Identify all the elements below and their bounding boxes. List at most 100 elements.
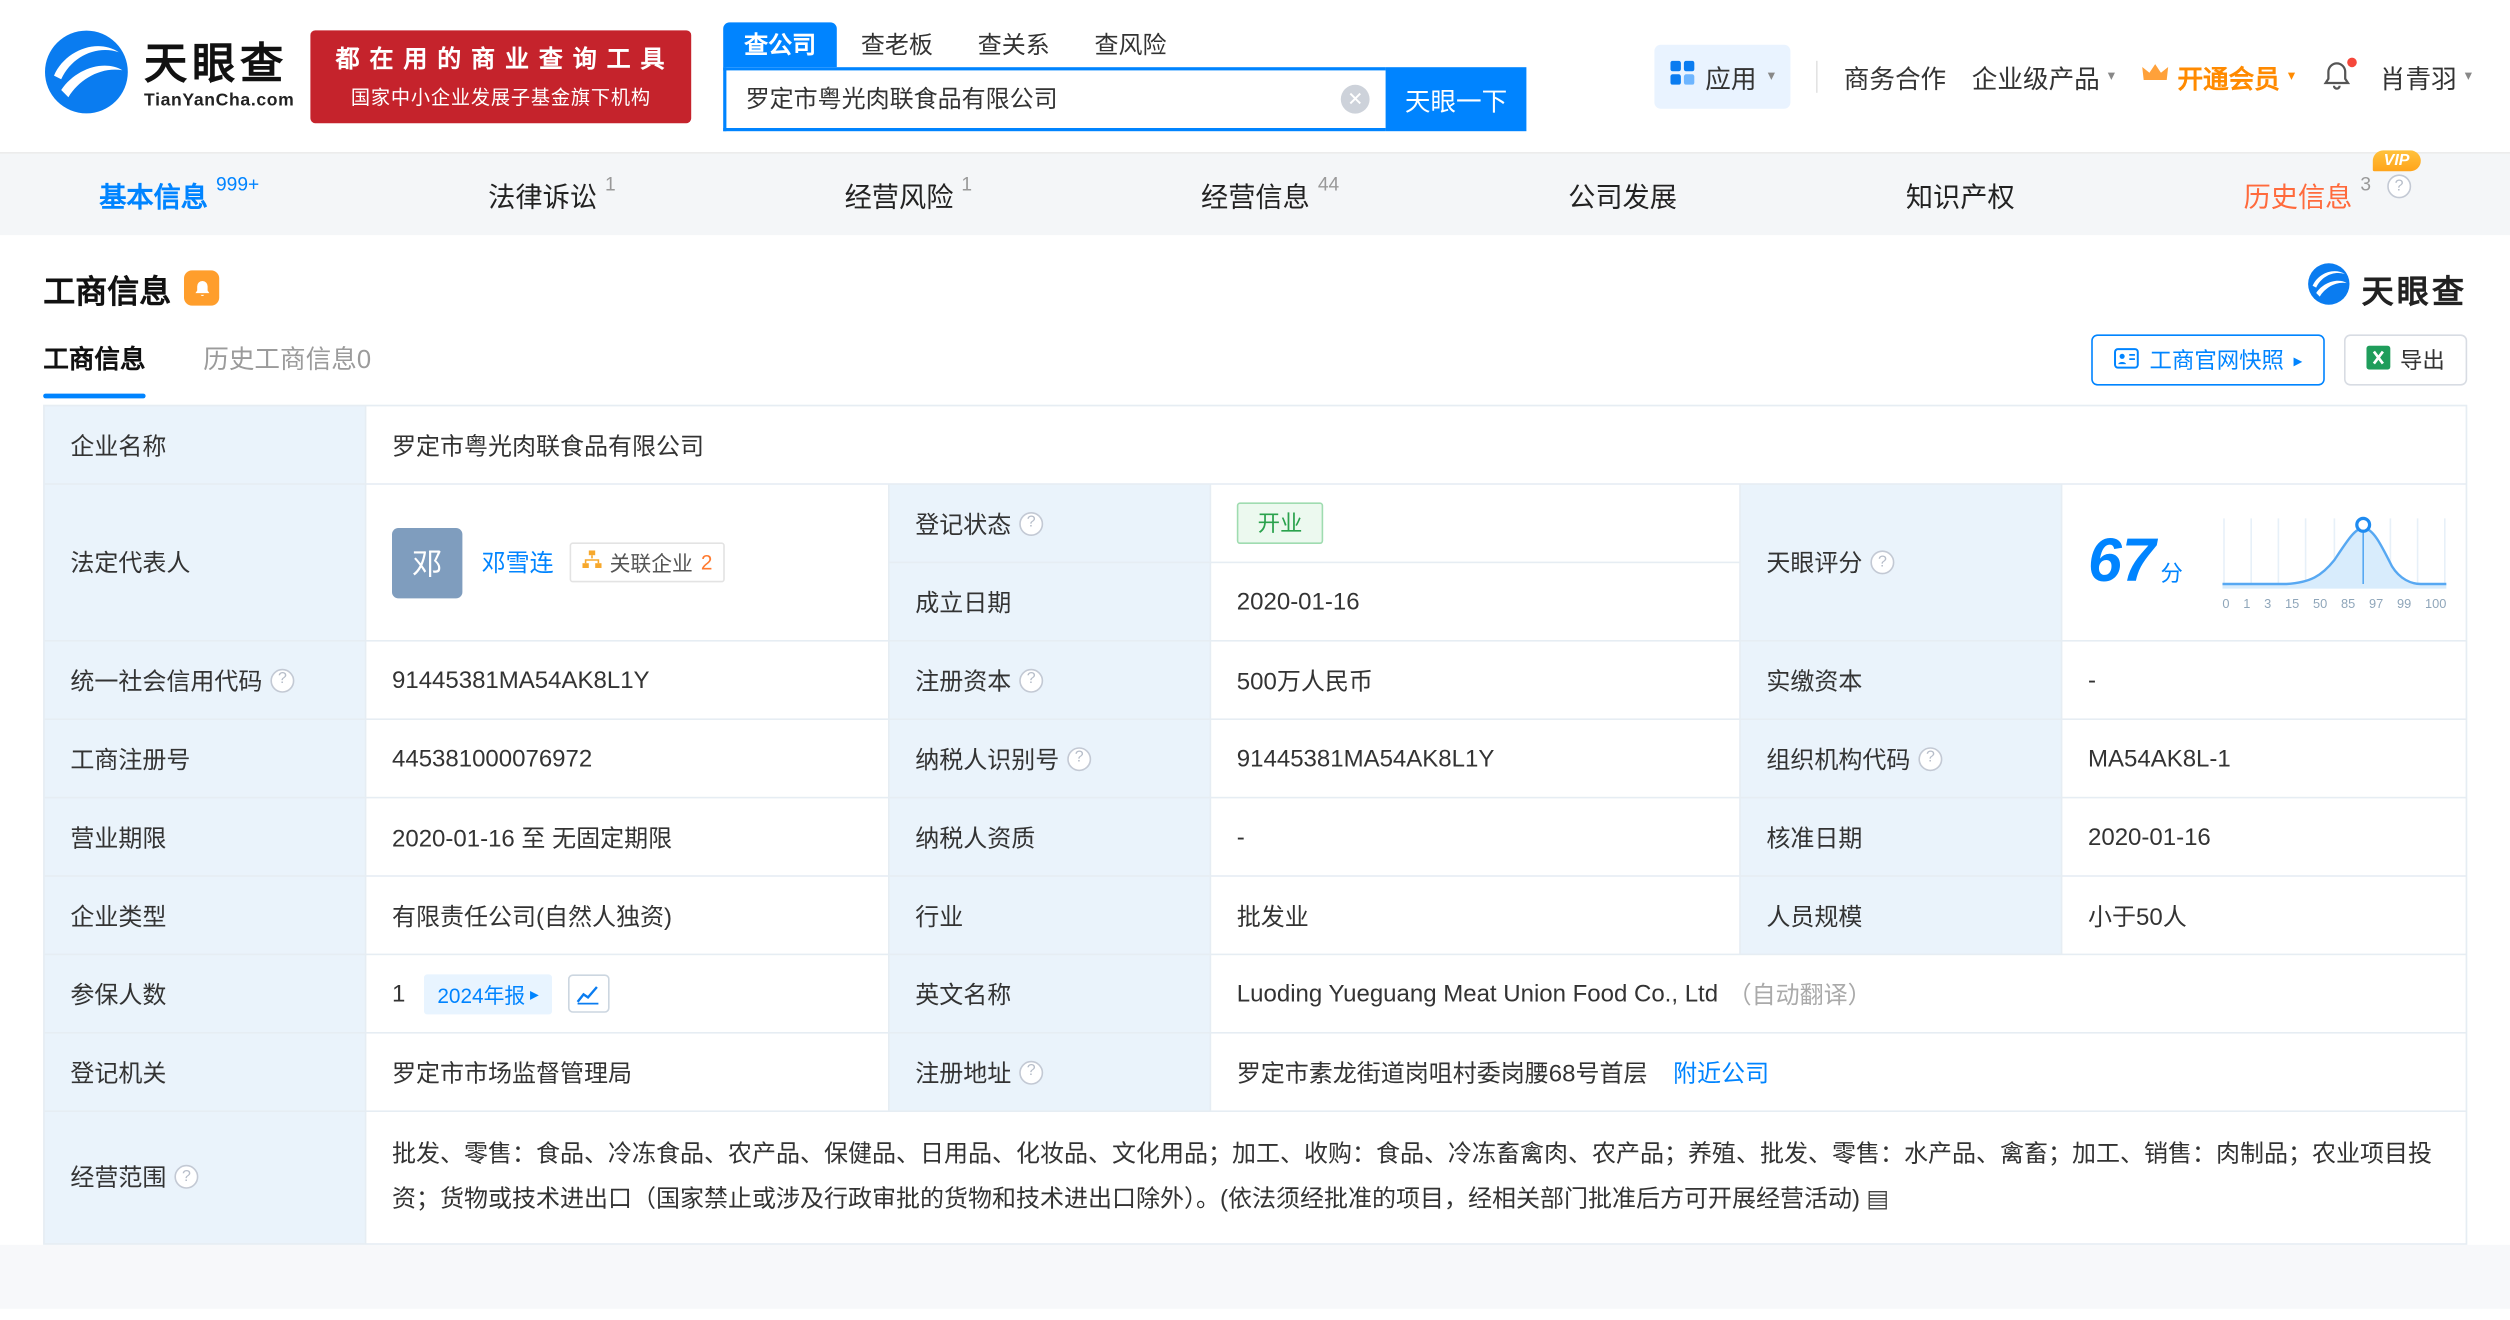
tab-intellectual-property[interactable]: 知识产权 [1906, 174, 2015, 214]
id-card-icon [2114, 346, 2140, 373]
business-scope-value: 批发、零售：食品、冷冻食品、农产品、保健品、日用品、化妆品、文化用品；加工、收购… [366, 1112, 2466, 1243]
sitemap-icon [582, 550, 602, 574]
reg-capital-label: 注册资本? [889, 641, 1210, 719]
caret-down-icon: ▾ [2287, 67, 2296, 84]
reg-number-value: 445381000076972 [366, 720, 888, 797]
search-area: 查公司 查老板 查关系 查风险 ✕ 天眼一下 [723, 21, 1527, 131]
search-button[interactable]: 天眼一下 [1385, 66, 1527, 131]
reg-capital-value: 500万人民币 [1211, 641, 1740, 719]
help-icon[interactable]: ? [1019, 668, 1044, 692]
notification-dot [2347, 57, 2358, 68]
apps-label: 应用 [1705, 66, 1757, 94]
collapse-icon[interactable]: ▤ [1866, 1185, 1889, 1212]
company-type-label: 企业类型 [44, 876, 365, 954]
address-value: 罗定市素龙街道岗咀村委岗腰68号首层 附近公司 [1211, 1033, 2466, 1111]
org-code-label: 组织机构代码? [1740, 720, 2061, 797]
score-value: 67 分 0 1 3 15 50 85 97 99 100 [2062, 484, 2466, 640]
subtab-business-info[interactable]: 工商信息 [43, 338, 146, 399]
annual-report-link[interactable]: 2024年报 ▸ [424, 973, 552, 1014]
staff-size-value: 小于50人 [2062, 876, 2466, 954]
taxpayer-quality-value: - [1211, 798, 1740, 876]
watermark-text: 天眼查 [2361, 274, 2468, 310]
industry-value: 批发业 [1211, 876, 1740, 954]
cooperation-menu[interactable]: 商务合作 [1844, 57, 1946, 95]
legal-rep-avatar[interactable]: 邓 [392, 527, 463, 598]
business-info-card: 工商信息 天眼查 工商信息 历史工商信息0 工商官网快照 ▸ 导出 企业名称 罗… [0, 235, 2510, 1244]
search-tab-company[interactable]: 查公司 [723, 21, 837, 67]
paid-capital-label: 实缴资本 [1740, 641, 2061, 719]
export-button[interactable]: 导出 [2344, 334, 2468, 386]
help-icon[interactable]: ? [2387, 174, 2412, 199]
taxpayer-id-label: 纳税人识别号? [889, 720, 1210, 797]
term-value: 2020-01-16 至 无固定期限 [366, 798, 888, 876]
tab-operating-risk[interactable]: 经营风险 1 [845, 173, 973, 214]
search-input[interactable] [726, 84, 1341, 112]
reg-authority-value: 罗定市市场监督管理局 [366, 1033, 888, 1111]
official-snapshot-button[interactable]: 工商官网快照 ▸ [2091, 334, 2325, 386]
help-icon[interactable]: ? [1019, 1060, 1044, 1084]
subtab-row: 工商信息 历史工商信息0 工商官网快照 ▸ 导出 [43, 334, 2468, 399]
taxpayer-id-value: 91445381MA54AK8L1Y [1211, 720, 1740, 797]
tianyancha-logo[interactable]: 天眼查 TianYanCha.com [43, 29, 294, 123]
clear-icon[interactable]: ✕ [1340, 84, 1370, 113]
paid-capital-value: - [2062, 641, 2466, 719]
insured-label: 参保人数 [44, 955, 365, 1032]
help-icon[interactable]: ? [1067, 746, 1092, 771]
score-axis: 0 1 3 15 50 85 97 99 100 [2222, 596, 2447, 611]
credit-code-label: 统一社会信用代码? [44, 641, 365, 719]
user-menu[interactable]: 肖青羽 ▾ [2380, 57, 2472, 95]
subscribe-bell-icon[interactable] [184, 270, 220, 306]
subtab-history-business-info[interactable]: 历史工商信息0 [203, 338, 371, 399]
legal-rep-value: 邓 邓雪连 关联企业 2 [366, 484, 888, 640]
insured-value: 1 2024年报 ▸ [366, 955, 888, 1032]
vip-badge: VIP [2372, 150, 2421, 172]
caret-down-icon: ▾ [1767, 67, 1775, 84]
address-label: 注册地址? [889, 1033, 1210, 1111]
status-badge: 开业 [1236, 502, 1324, 544]
help-icon[interactable]: ? [174, 1165, 199, 1190]
search-tab-risk[interactable]: 查风险 [1074, 22, 1188, 67]
notification-bell-icon[interactable] [2321, 57, 2358, 93]
section-title: 工商信息 [43, 274, 172, 310]
help-icon[interactable]: ? [270, 668, 295, 692]
tab-basic-info[interactable]: 基本信息 999+ [99, 173, 259, 214]
divider [1816, 60, 1819, 92]
english-name-label: 英文名称 [889, 955, 1210, 1032]
arrow-right-icon: ▸ [530, 984, 539, 1004]
help-icon[interactable]: ? [1019, 511, 1044, 536]
page: 天眼查 TianYanCha.com 都 在 用 的 商 业 查 询 工 具 国… [0, 0, 2510, 1320]
nearby-companies-link[interactable]: 附近公司 [1673, 1055, 1769, 1089]
tab-history-info[interactable]: VIP 历史信息 3 ? [2244, 150, 2421, 214]
brand-name: 天眼查 [144, 39, 288, 88]
promo-line1: 都 在 用 的 商 业 查 询 工 具 [335, 46, 667, 74]
related-companies-badge[interactable]: 关联企业 2 [569, 542, 726, 583]
vip-menu[interactable]: 开通会员 ▾ [2141, 57, 2295, 95]
tab-operating-info[interactable]: 经营信息 44 [1201, 173, 1339, 214]
legal-rep-name-link[interactable]: 邓雪连 [482, 546, 554, 580]
org-code-value: MA54AK8L-1 [2062, 720, 2466, 797]
arrow-right-icon: ▸ [2293, 351, 2303, 371]
enterprise-menu[interactable]: 企业级产品 ▾ [1972, 57, 2115, 95]
tab-company-development[interactable]: 公司发展 [1568, 174, 1677, 214]
line-chart-icon[interactable] [567, 974, 610, 1013]
promo-line2: 国家中小企业发展子基金旗下机构 [350, 86, 651, 109]
help-icon[interactable]: ? [1870, 550, 1895, 575]
tab-legal-proceedings[interactable]: 法律诉讼 1 [488, 173, 615, 214]
search-tab-relation[interactable]: 查关系 [957, 22, 1071, 67]
score-number: 67 分 [2088, 528, 2183, 596]
help-icon[interactable]: ? [1918, 746, 1943, 771]
search-box: ✕ [723, 66, 1386, 131]
logo-icon [43, 29, 129, 123]
establish-date-label: 成立日期 [889, 563, 1210, 640]
staff-size-label: 人员规模 [1740, 876, 2061, 954]
legal-rep-label: 法定代表人 [44, 484, 365, 640]
reg-authority-label: 登记机关 [44, 1033, 365, 1111]
apps-menu[interactable]: 应用 ▾ [1654, 44, 1791, 108]
top-right-menu: 应用 ▾ 商务合作 企业级产品 ▾ 开通会员 ▾ 肖青羽 ▾ [1654, 44, 2472, 108]
reg-number-label: 工商注册号 [44, 720, 365, 797]
watermark-logo: 天眼查 [2307, 262, 2467, 313]
grid-icon [1670, 60, 1695, 92]
brand-domain: TianYanCha.com [144, 91, 295, 111]
search-tab-boss[interactable]: 查老板 [840, 22, 954, 67]
establish-date-value: 2020-01-16 [1211, 563, 1740, 640]
